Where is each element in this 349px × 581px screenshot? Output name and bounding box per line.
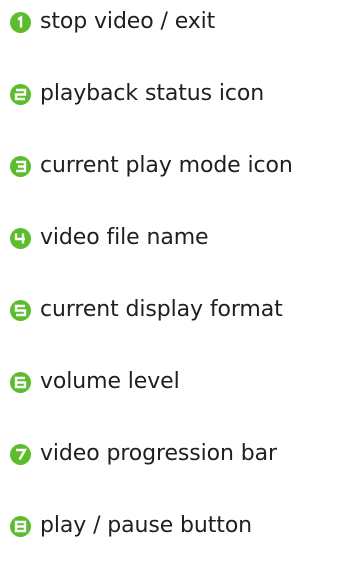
number-badge-6-icon: 6 <box>10 371 31 393</box>
legend-item-label: volume level <box>40 369 180 394</box>
number-badge-2-icon: 2 <box>10 83 31 105</box>
legend-item-label: stop video / exit <box>40 9 216 34</box>
legend-item-5: 5 current display format <box>10 292 283 328</box>
number-badge-4-icon: 4 <box>10 227 31 249</box>
legend-item-label: current play mode icon <box>40 153 293 178</box>
legend-item-4: 4 video file name <box>10 220 209 256</box>
number-badge-8-icon: 8 <box>10 515 31 537</box>
legend-item-label: video progression bar <box>40 441 277 466</box>
number-badge-1-icon: 1 <box>10 11 31 33</box>
number-badge-3-icon: 3 <box>10 155 31 177</box>
legend-item-8: 8 play / pause button <box>10 508 252 544</box>
legend-item-3: 3 current play mode icon <box>10 148 293 184</box>
legend-item-6: 6 volume level <box>10 364 180 400</box>
number-badge-5-icon: 5 <box>10 299 31 321</box>
legend-item-label: video file name <box>40 225 209 250</box>
legend-item-label: play / pause button <box>40 513 253 538</box>
legend-item-label: playback status icon <box>40 81 265 106</box>
legend-item-7: 7 video progression bar <box>10 436 277 472</box>
legend-item-1: 1 stop video / exit <box>10 4 215 40</box>
number-badge-7-icon: 7 <box>10 443 31 465</box>
legend-item-label: current display format <box>40 297 283 322</box>
legend-item-2: 2 playback status icon <box>10 76 264 112</box>
